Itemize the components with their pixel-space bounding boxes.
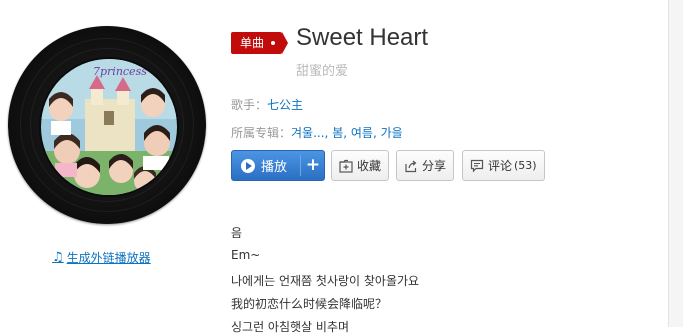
- page-scrollbar[interactable]: [668, 0, 683, 327]
- artist-row: 歌手：七公主: [231, 96, 303, 113]
- lyric-line: 음: [231, 226, 243, 240]
- album-row: 所属专辑：겨울..., 봄, 여름, 가을: [231, 124, 403, 141]
- cover-art: 7princess: [39, 57, 179, 197]
- comment-button[interactable]: 评论 (53): [462, 150, 545, 181]
- artist-label: 歌手：: [231, 98, 268, 112]
- play-icon: [241, 158, 255, 173]
- song-subtitle: 甜蜜的爱: [296, 64, 349, 79]
- share-label: 分享: [422, 159, 447, 173]
- add-folder-icon: [339, 159, 353, 173]
- cover-logo-text: 7princess: [93, 65, 147, 78]
- comment-icon: [470, 159, 484, 173]
- comment-count: (53): [514, 159, 537, 172]
- collect-button[interactable]: 收藏: [331, 150, 390, 181]
- lyric-line: Em~: [231, 248, 261, 262]
- album-cover: 7princess: [8, 26, 206, 224]
- generate-player-label: 生成外链播放器: [66, 251, 151, 265]
- cover-art-image: 7princess: [41, 59, 177, 195]
- generate-player-link[interactable]: ♫ 生成外链播放器: [52, 249, 151, 266]
- album-label: 所属专辑：: [231, 126, 292, 140]
- album-part: 봄: [332, 126, 344, 140]
- album-part: 여름: [350, 126, 373, 140]
- album-separator: ,: [372, 126, 381, 140]
- share-icon: [404, 159, 418, 173]
- play-button[interactable]: 播放: [232, 151, 300, 180]
- lyric-line: 我的初恋什么时候会降临呢？: [231, 297, 388, 311]
- collect-label: 收藏: [357, 159, 382, 173]
- badge-dot: [271, 41, 276, 45]
- album-link[interactable]: 겨울..., 봄, 여름, 가을: [291, 126, 403, 140]
- music-note-icon: ♫: [52, 250, 64, 265]
- comment-label: 评论: [488, 159, 513, 173]
- play-button-group: 播放 +: [231, 150, 325, 181]
- album-separator: ,: [343, 126, 351, 140]
- song-type-badge: 单曲: [231, 32, 289, 54]
- play-label: 播放: [261, 160, 288, 175]
- album-part: 가을: [380, 126, 403, 140]
- share-button[interactable]: 分享: [396, 150, 455, 181]
- artist-link[interactable]: 七公主: [267, 98, 303, 112]
- song-type-label: 单曲: [240, 36, 265, 50]
- add-to-playlist-button[interactable]: +: [301, 151, 325, 180]
- album-part: 겨울...: [291, 126, 325, 140]
- lyric-line: 나에게는 언재쯤 첫사랑이 찾아올가요: [231, 274, 420, 288]
- song-title: Sweet Heart: [296, 24, 429, 51]
